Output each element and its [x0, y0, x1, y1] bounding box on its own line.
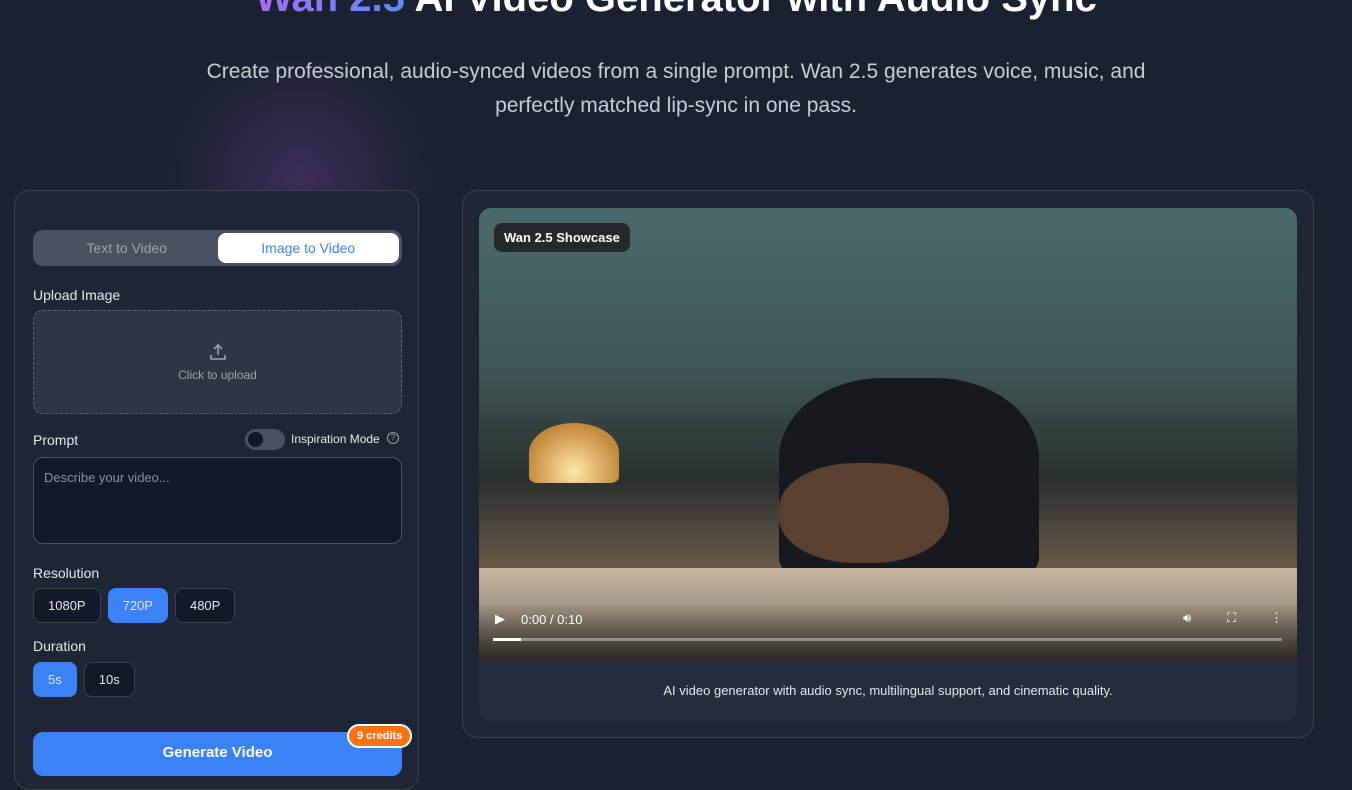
prompt-input[interactable]: [33, 457, 402, 544]
page-subtitle: Create professional, audio-synced videos…: [200, 55, 1152, 123]
showcase-video[interactable]: Wan 2.5 Showcase ▶ 0:00 / 0:10 🔊︎ ⛶ ⋮: [479, 208, 1297, 661]
showcase-panel: Wan 2.5 Showcase ▶ 0:00 / 0:10 🔊︎ ⛶ ⋮ AI…: [462, 190, 1314, 738]
title-highlight: Wan 2.5: [255, 0, 405, 20]
video-time: 0:00 / 0:10: [521, 612, 582, 627]
duration-5s[interactable]: 5s: [33, 662, 77, 697]
resolution-720p[interactable]: 720P: [108, 588, 168, 623]
video-controls: ▶ 0:00 / 0:10 🔊︎ ⛶ ⋮: [479, 603, 1297, 661]
resolution-options: 1080P 720P 480P: [33, 588, 235, 623]
duration-label: Duration: [33, 638, 86, 654]
play-icon[interactable]: ▶: [495, 611, 505, 627]
inspiration-mode-toggle[interactable]: [245, 429, 285, 450]
volume-icon[interactable]: 🔊︎: [1183, 610, 1191, 626]
fullscreen-icon[interactable]: ⛶: [1227, 610, 1236, 626]
showcase-badge: Wan 2.5 Showcase: [494, 223, 630, 252]
resolution-480p[interactable]: 480P: [175, 588, 235, 623]
duration-10s[interactable]: 10s: [84, 662, 135, 697]
more-options-icon[interactable]: ⋮: [1270, 610, 1283, 626]
prompt-label: Prompt: [33, 432, 78, 448]
duration-options: 5s 10s: [33, 662, 135, 697]
upload-icon: [208, 342, 228, 362]
upload-hint: Click to upload: [178, 368, 257, 382]
help-icon[interactable]: ?: [387, 432, 399, 444]
showcase-card: Wan 2.5 Showcase ▶ 0:00 / 0:10 🔊︎ ⛶ ⋮ AI…: [479, 208, 1297, 721]
video-bag: [779, 463, 949, 563]
tab-image-to-video[interactable]: Image to Video: [218, 233, 400, 263]
credits-badge: 9 credits: [347, 724, 412, 748]
title-rest: AI Video Generator with Audio Sync: [405, 0, 1097, 20]
upload-label: Upload Image: [33, 287, 120, 303]
video-lamp: [529, 423, 619, 483]
generator-form: Text to Video Image to Video Upload Imag…: [14, 190, 419, 790]
mode-tabs: Text to Video Image to Video: [33, 230, 402, 266]
tab-text-to-video[interactable]: Text to Video: [36, 233, 218, 263]
resolution-label: Resolution: [33, 565, 99, 581]
inspiration-mode-label: Inspiration Mode: [291, 432, 380, 446]
showcase-caption: AI video generator with audio sync, mult…: [479, 661, 1297, 721]
resolution-1080p[interactable]: 1080P: [33, 588, 101, 623]
upload-dropzone[interactable]: Click to upload: [33, 310, 402, 414]
video-progress-bar[interactable]: [493, 638, 1282, 641]
page-title: Wan 2.5 AI Video Generator with Audio Sy…: [0, 0, 1352, 21]
